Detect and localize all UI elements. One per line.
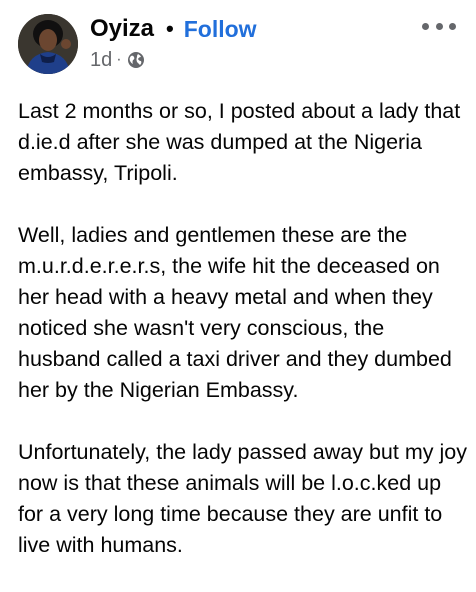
more-options-dot xyxy=(435,22,443,30)
post-paragraph: Unfortunately, the lady passed away but … xyxy=(18,440,467,557)
more-options-icon xyxy=(422,22,429,30)
author-line: Oyiza • Follow xyxy=(90,14,257,44)
post-timestamp[interactable]: 1d xyxy=(90,49,112,72)
post-text: Last 2 months or so, I posted about a la… xyxy=(18,96,470,592)
follow-button[interactable]: Follow xyxy=(184,16,257,43)
globe-icon[interactable] xyxy=(127,51,145,69)
author-name[interactable]: Oyiza xyxy=(90,15,154,43)
more-options-dot xyxy=(449,22,456,30)
avatar-image xyxy=(18,14,78,74)
post-paragraph: Last 2 months or so, I posted about a la… xyxy=(18,99,461,185)
post-paragraph: Well, ladies and gentlemen these are the… xyxy=(18,223,452,402)
post-meta: 1d · xyxy=(90,48,145,72)
name-separator: • xyxy=(166,16,174,41)
post-header: Oyiza • Follow 1d · xyxy=(0,0,476,90)
meta-separator: · xyxy=(116,51,122,68)
more-options-button[interactable] xyxy=(422,16,456,36)
avatar[interactable] xyxy=(18,14,78,74)
